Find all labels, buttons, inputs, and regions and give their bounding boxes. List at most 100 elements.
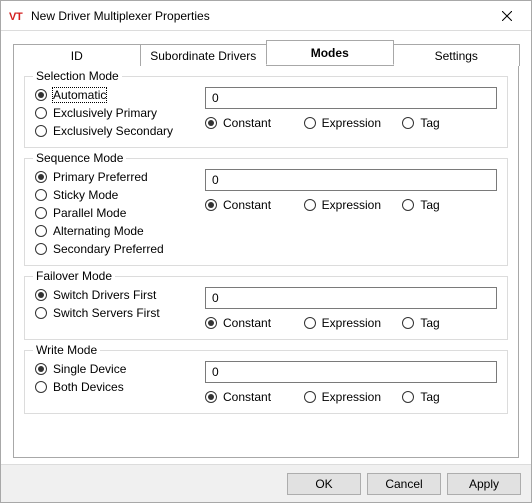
app-logo-icon: V T [9, 8, 25, 24]
radio-icon [205, 117, 217, 129]
radio-label: Tag [420, 316, 439, 330]
radio-failover-switch-servers-first[interactable]: Switch Servers First [35, 305, 197, 321]
ok-button[interactable]: OK [287, 473, 361, 495]
radio-label: Constant [223, 198, 271, 212]
radio-icon [35, 381, 47, 393]
radio-label: Tag [420, 390, 439, 404]
dialog-window: V T New Driver Multiplexer Properties ID… [0, 0, 532, 503]
radio-icon [35, 107, 47, 119]
group-write-mode: Write Mode Single Device Both Devices [24, 350, 508, 414]
radio-icon [402, 199, 414, 211]
radio-label: Both Devices [53, 380, 124, 394]
radio-label: Exclusively Primary [53, 106, 157, 120]
radio-label: Tag [420, 116, 439, 130]
selection-value-input[interactable] [205, 87, 497, 109]
radio-selection-expression[interactable]: Expression [304, 115, 399, 131]
window-title: New Driver Multiplexer Properties [31, 9, 485, 23]
write-value-input[interactable] [205, 361, 497, 383]
failover-value-input[interactable] [205, 287, 497, 309]
radio-label: Expression [322, 316, 381, 330]
radio-label: Parallel Mode [53, 206, 126, 220]
radio-icon [35, 89, 47, 101]
radio-icon [35, 225, 47, 237]
radio-icon [35, 171, 47, 183]
titlebar: V T New Driver Multiplexer Properties [1, 1, 531, 31]
radio-selection-tag[interactable]: Tag [402, 115, 497, 131]
radio-icon [402, 317, 414, 329]
radio-icon [35, 207, 47, 219]
radio-write-expression[interactable]: Expression [304, 389, 399, 405]
radio-icon [304, 199, 316, 211]
cancel-button[interactable]: Cancel [367, 473, 441, 495]
radio-label: Tag [420, 198, 439, 212]
radio-sequence-constant[interactable]: Constant [205, 197, 300, 213]
svg-text:T: T [16, 11, 23, 23]
radio-icon [205, 391, 217, 403]
dialog-footer: OK Cancel Apply [1, 464, 531, 502]
radio-label: Switch Drivers First [53, 288, 156, 302]
apply-button[interactable]: Apply [447, 473, 521, 495]
sequence-value-input[interactable] [205, 169, 497, 191]
radio-icon [35, 189, 47, 201]
radio-icon [205, 317, 217, 329]
radio-sequence-primary-preferred[interactable]: Primary Preferred [35, 169, 197, 185]
radio-label: Constant [223, 390, 271, 404]
radio-failover-constant[interactable]: Constant [205, 315, 300, 331]
group-title-failover: Failover Mode [33, 269, 115, 283]
radio-label: Expression [322, 116, 381, 130]
radio-failover-expression[interactable]: Expression [304, 315, 399, 331]
tab-settings[interactable]: Settings [393, 44, 521, 66]
radio-icon [304, 391, 316, 403]
radio-selection-exclusively-primary[interactable]: Exclusively Primary [35, 105, 197, 121]
radio-label: Exclusively Secondary [53, 124, 173, 138]
radio-write-tag[interactable]: Tag [402, 389, 497, 405]
radio-icon [304, 317, 316, 329]
client-area: ID Subordinate Drivers Modes Settings Se… [1, 31, 531, 464]
radio-label: Expression [322, 198, 381, 212]
radio-failover-tag[interactable]: Tag [402, 315, 497, 331]
radio-icon [35, 125, 47, 137]
radio-label: Constant [223, 116, 271, 130]
radio-sequence-sticky-mode[interactable]: Sticky Mode [35, 187, 197, 203]
radio-label: Expression [322, 390, 381, 404]
tab-modes[interactable]: Modes [266, 40, 394, 65]
tab-panel-modes: Selection Mode Automatic Exclusively Pri… [13, 65, 519, 458]
radio-write-constant[interactable]: Constant [205, 389, 300, 405]
radio-icon [35, 363, 47, 375]
group-title-selection: Selection Mode [33, 69, 122, 83]
radio-selection-constant[interactable]: Constant [205, 115, 300, 131]
radio-icon [35, 289, 47, 301]
radio-icon [35, 243, 47, 255]
radio-label: Switch Servers First [53, 306, 160, 320]
radio-label: Automatic [53, 88, 106, 102]
radio-label: Alternating Mode [53, 224, 144, 238]
radio-icon [205, 199, 217, 211]
radio-icon [304, 117, 316, 129]
radio-write-single-device[interactable]: Single Device [35, 361, 197, 377]
group-sequence-mode: Sequence Mode Primary Preferred Sticky M… [24, 158, 508, 266]
radio-write-both-devices[interactable]: Both Devices [35, 379, 197, 395]
radio-sequence-alternating-mode[interactable]: Alternating Mode [35, 223, 197, 239]
radio-selection-automatic[interactable]: Automatic [35, 87, 197, 103]
radio-icon [402, 391, 414, 403]
close-button[interactable] [485, 2, 529, 30]
radio-sequence-expression[interactable]: Expression [304, 197, 399, 213]
group-failover-mode: Failover Mode Switch Drivers First Switc… [24, 276, 508, 340]
radio-sequence-secondary-preferred[interactable]: Secondary Preferred [35, 241, 197, 257]
radio-label: Sticky Mode [53, 188, 118, 202]
radio-icon [35, 307, 47, 319]
radio-selection-exclusively-secondary[interactable]: Exclusively Secondary [35, 123, 197, 139]
radio-sequence-tag[interactable]: Tag [402, 197, 497, 213]
tab-subordinate-drivers[interactable]: Subordinate Drivers [140, 44, 268, 66]
group-title-write: Write Mode [33, 343, 100, 357]
tab-id[interactable]: ID [13, 44, 141, 66]
radio-label: Single Device [53, 362, 126, 376]
tab-strip: ID Subordinate Drivers Modes Settings [13, 41, 519, 65]
radio-failover-switch-drivers-first[interactable]: Switch Drivers First [35, 287, 197, 303]
radio-sequence-parallel-mode[interactable]: Parallel Mode [35, 205, 197, 221]
radio-label: Secondary Preferred [53, 242, 164, 256]
group-title-sequence: Sequence Mode [33, 151, 126, 165]
radio-label: Primary Preferred [53, 170, 148, 184]
radio-icon [402, 117, 414, 129]
group-selection-mode: Selection Mode Automatic Exclusively Pri… [24, 76, 508, 148]
